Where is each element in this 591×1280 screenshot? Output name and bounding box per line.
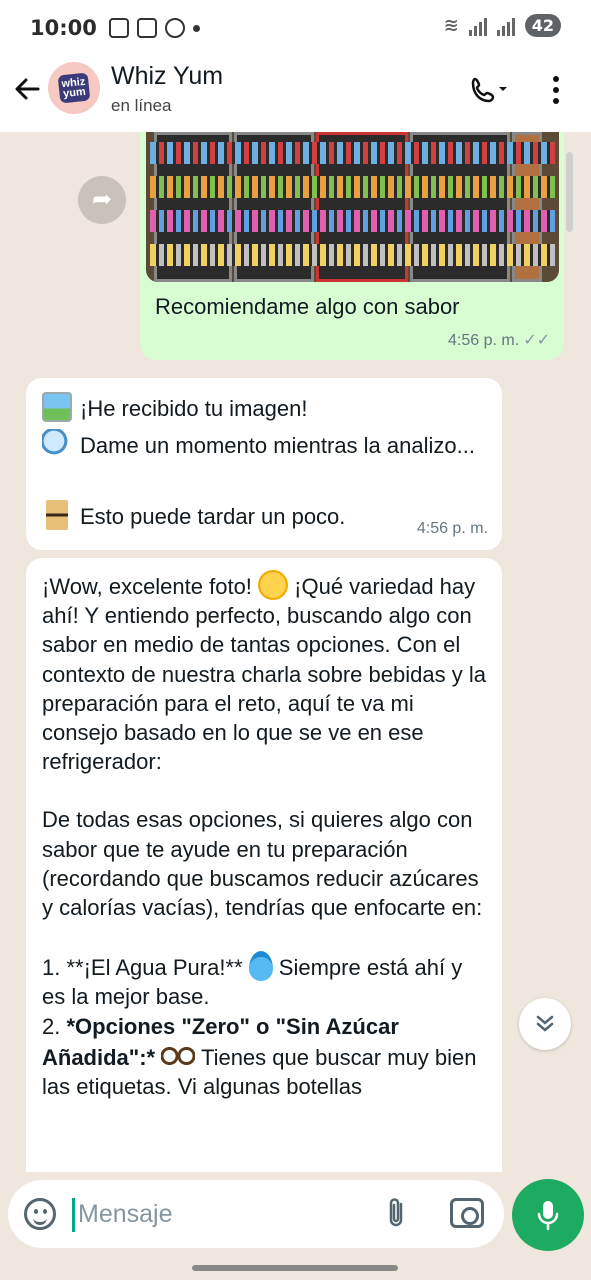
call-button[interactable] xyxy=(467,72,511,108)
status-bar: 10:00 ≋ 42 xyxy=(0,0,591,56)
emoji-icon[interactable] xyxy=(24,1198,56,1230)
home-indicator[interactable] xyxy=(192,1265,398,1271)
message-paragraph: De todas esas opciones, si quieres algo … xyxy=(42,807,483,921)
text-caret xyxy=(72,1198,75,1232)
incoming-message[interactable]: ¡He recibido tu imagen! Dame un momento … xyxy=(26,378,502,550)
message-time: 4:56 p. m. ✓✓ xyxy=(448,332,550,349)
chevron-double-down-icon xyxy=(536,1015,554,1032)
phone-icon xyxy=(471,77,507,103)
back-arrow-icon[interactable] xyxy=(10,74,44,108)
signal-icon xyxy=(496,16,515,36)
wifi-icon: ≋ xyxy=(443,15,459,35)
read-ticks-icon: ✓✓ xyxy=(523,332,550,349)
notification-icon xyxy=(136,18,157,38)
avatar[interactable]: whiz yum xyxy=(48,62,100,114)
battery-badge: 42 xyxy=(524,14,561,37)
message-time: 4:56 p. m. xyxy=(416,520,488,537)
paperclip-icon[interactable] xyxy=(382,1196,410,1232)
message-photo[interactable] xyxy=(146,132,559,282)
list-item: 2. *Opciones "Zero" o "Sin Azúcar Añadid… xyxy=(42,1013,477,1100)
chat-header: whiz yum Whiz Yum en línea xyxy=(0,56,591,132)
forward-icon[interactable]: ➦ xyxy=(78,176,126,224)
magnifier-emoji-icon xyxy=(42,429,72,459)
microphone-icon xyxy=(537,1201,559,1231)
avatar-logo: whiz yum xyxy=(57,72,91,104)
microphone-button[interactable] xyxy=(512,1179,584,1251)
message-composer xyxy=(8,1180,504,1248)
arrow-left-icon xyxy=(15,78,40,100)
contact-status: en línea xyxy=(111,96,172,115)
scrollbar[interactable] xyxy=(566,152,573,232)
picture-emoji-icon xyxy=(42,392,72,422)
list-item: 1. **¡El Agua Pura!** Siempre está ahí y… xyxy=(42,951,486,1011)
more-vertical-icon[interactable] xyxy=(541,72,571,108)
notification-icons xyxy=(108,18,200,38)
message-text: Recomiendame algo con sabor xyxy=(155,294,460,319)
contact-name[interactable]: Whiz Yum xyxy=(111,62,223,91)
message-line: Dame un momento mientras la analizo... xyxy=(42,428,486,498)
signal-icon xyxy=(468,16,487,36)
eyes-emoji-icon xyxy=(161,1040,196,1071)
message-paragraph: ¡Wow, excelente foto! ¡Qué variedad hay … xyxy=(42,570,486,776)
message-input[interactable] xyxy=(78,1196,368,1232)
star-struck-emoji-icon xyxy=(258,570,289,600)
outgoing-message[interactable]: Recomiendame algo con sabor 4:56 p. m. ✓✓ xyxy=(140,132,564,360)
incoming-message[interactable]: ¡Wow, excelente foto! ¡Qué variedad hay … xyxy=(26,558,502,1172)
droplet-emoji-icon xyxy=(248,951,273,982)
hourglass-emoji-icon xyxy=(46,500,68,530)
status-time: 10:00 xyxy=(30,16,97,40)
camera-icon[interactable] xyxy=(450,1198,484,1228)
scroll-to-bottom-button[interactable] xyxy=(519,998,571,1050)
chat-area[interactable]: ➦ Recomiendame algo con sabor 4:56 p. m.… xyxy=(0,132,591,1172)
message-line: ¡He recibido tu imagen! xyxy=(42,390,486,428)
more-notifications-dot xyxy=(192,24,200,32)
notification-icon xyxy=(108,18,129,38)
whatsapp-notification-icon xyxy=(164,18,185,38)
system-status: ≋ 42 xyxy=(444,14,561,37)
